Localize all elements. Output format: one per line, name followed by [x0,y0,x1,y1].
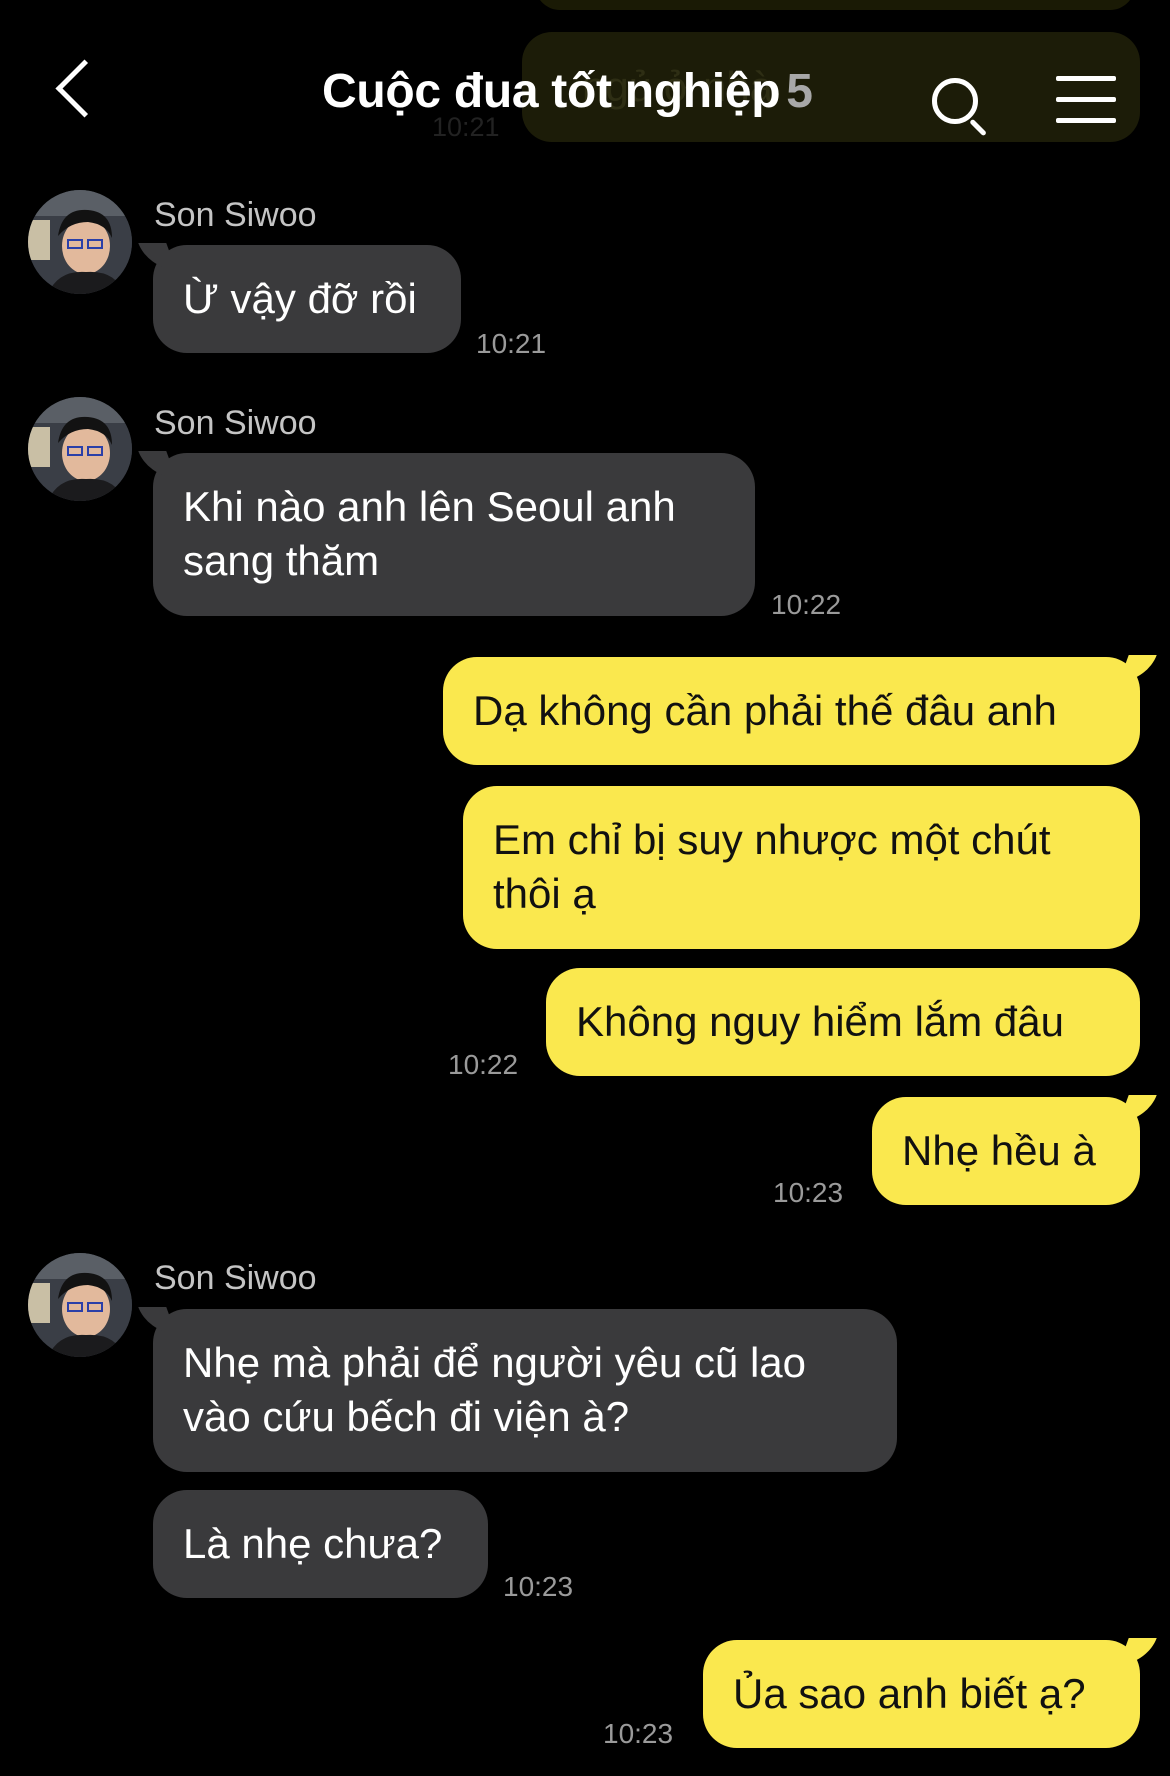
hamburger-menu-icon[interactable] [1056,76,1116,124]
outgoing-message-bubble[interactable]: Ủa sao anh biết ạ? [703,1640,1140,1748]
incoming-message-bubble[interactable]: Nhẹ mà phải để người yêu cũ lao vào cứu … [153,1309,897,1472]
avatar[interactable] [28,397,132,501]
member-count: 5 [786,65,813,118]
incoming-message-bubble[interactable]: Là nhẹ chưa? [153,1490,488,1598]
avatar[interactable] [28,190,132,294]
chat-title: Cuộc đua tốt nghiệp 5 [322,64,813,119]
incoming-message-bubble[interactable]: Ừ vậy đỡ rồi [153,245,461,353]
outgoing-message-bubble[interactable]: Không nguy hiểm lắm đâu [546,968,1140,1076]
incoming-message-bubble[interactable]: Khi nào anh lên Seoul anh sang thăm [153,453,755,616]
chat-room-name: Cuộc đua tốt nghiệp [322,65,781,118]
message-time: 10:22 [448,1049,519,1080]
outgoing-message-bubble[interactable]: Em chỉ bị suy nhược một chút thôi ạ [463,786,1140,949]
message-time: 10:23 [503,1571,574,1602]
avatar[interactable] [28,1253,132,1357]
message-time: 10:23 [603,1718,674,1749]
message-time: 10:22 [771,589,842,620]
scrolled-message-bubble [535,0,1135,10]
outgoing-message-bubble[interactable]: Dạ không cần phải thế đâu anh [443,657,1140,765]
sender-name: Son Siwoo [154,404,317,442]
message-time: 10:21 [476,328,547,359]
sender-name: Son Siwoo [154,196,317,234]
chevron-left-icon[interactable] [52,58,102,126]
outgoing-message-bubble[interactable]: Nhẹ hều à [872,1097,1140,1205]
search-icon[interactable] [930,76,990,136]
sender-name: Son Siwoo [154,1259,317,1297]
message-time: 10:23 [773,1177,844,1208]
